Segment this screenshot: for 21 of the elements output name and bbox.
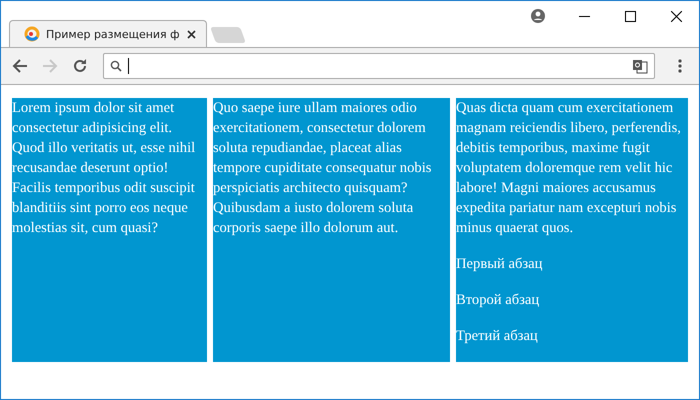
reload-icon	[72, 58, 88, 74]
tab-title: Пример размещения ф	[46, 28, 181, 40]
text-cursor	[128, 58, 129, 74]
address-field[interactable]	[103, 53, 655, 79]
forward-arrow-icon	[42, 58, 58, 74]
back-arrow-icon	[12, 58, 28, 74]
person-icon	[531, 9, 545, 23]
close-icon[interactable]	[187, 30, 196, 38]
maximize-icon	[624, 10, 636, 22]
search-icon	[110, 60, 122, 72]
paragraph: Первый абзац	[456, 255, 544, 274]
paragraph: Второй абзац	[456, 291, 540, 310]
column-text: Quas dicta quam cum exercitationem magnam reiciendis libero, perferendis, debitis temporibus, maxime fugit voluptatem doloremque rem velit hic labore! Magni maiores accusamus expedita pariatur nam excepturi nobis minus quaerat quos.	[456, 99, 682, 238]
browser-tab[interactable]: Пример размещения ф	[9, 20, 207, 47]
site-logo-icon	[24, 26, 40, 42]
column-text: Lorem ipsum dolor sit amet consectetur adipisicing elit. Quod illo veritatis ut, esse nihil recusandae deserunt optio! Facilis temporibus odit suscipit blanditiis sint porro eos neque molestias sit, cum quasi?	[12, 99, 196, 238]
translate-icon[interactable]	[632, 58, 648, 74]
close-icon	[670, 10, 682, 22]
kebab-menu-icon	[678, 59, 682, 73]
paragraph: Третий абзац	[456, 327, 539, 346]
column-text: Quo saepe iure ullam maiores odio exercitationem, consectetur dolorem soluta repudiandae, placeat alias tempore cupiditate consequatur nobis perspiciatis architecto quisquam? Quibusdam a iusto dolorem soluta corporis saepe illo dolorum aut.	[213, 99, 432, 238]
